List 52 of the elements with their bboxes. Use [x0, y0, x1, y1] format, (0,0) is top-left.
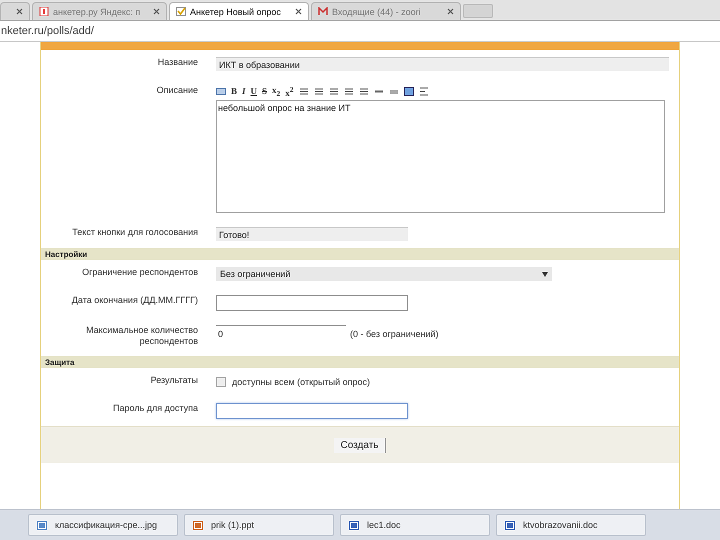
field-label: Текст кнопки для голосования [71, 227, 199, 238]
hint-text: (0 - без ограничений) [350, 328, 439, 339]
input-field[interactable] [216, 403, 408, 419]
taskbar-item[interactable]: ktvobrazovanii.doc [496, 514, 646, 536]
align-icon[interactable] [344, 86, 354, 96]
create-button[interactable]: Создать [334, 438, 386, 452]
title-field[interactable]: ИКТ в образовании [216, 57, 669, 71]
caret-icon [542, 272, 548, 276]
align-icon[interactable] [298, 86, 309, 96]
checkbox[interactable] [216, 377, 226, 387]
count-field[interactable]: 0 [216, 325, 346, 339]
format-button[interactable]: x$_{2}$ [272, 84, 280, 98]
taskbar-item[interactable]: lec1.doc [340, 514, 490, 536]
format-button[interactable]: I [242, 86, 246, 96]
file-icon [505, 520, 515, 530]
rule-icon[interactable] [418, 86, 429, 96]
align-icon[interactable] [328, 86, 339, 96]
checkbox-label: доступны всем (открытый опрос) [232, 376, 370, 387]
file-icon [349, 520, 359, 530]
mail-icon [318, 7, 328, 16]
align-icon[interactable] [314, 86, 324, 96]
format-button[interactable]: S [262, 86, 268, 96]
field-label: Результаты [150, 375, 199, 386]
page-icon [39, 7, 49, 16]
close-icon[interactable] [295, 8, 302, 15]
field-label: Дата окончания (ДД.ММ.ГГГГ) [70, 295, 199, 306]
field-label: Ограничение респондентов [81, 267, 199, 278]
browser-tab[interactable] [0, 2, 30, 20]
field-label: Пароль для доступа [112, 403, 199, 414]
checkmark-icon [176, 7, 186, 16]
format-button[interactable]: B [231, 86, 238, 96]
address-text[interactable]: nketer.ru/polls/add/ [0, 25, 94, 37]
field-label: Максимальное количество респондентов [85, 325, 199, 347]
taskbar-item[interactable]: prik (1).ppt [184, 514, 334, 536]
align-icon[interactable] [358, 86, 369, 96]
close-icon[interactable] [447, 8, 454, 15]
section-title: Настройки [45, 250, 88, 258]
close-icon[interactable] [16, 8, 23, 15]
taskbar-item[interactable]: классификация-сре...jpg [28, 514, 178, 536]
field-label: Название [156, 57, 199, 68]
field-label: Описание [156, 85, 199, 96]
format-button[interactable]: x$^{2}$ [285, 84, 294, 98]
description-field[interactable]: небольшой опрос на знание ИТ [216, 100, 665, 213]
format-button[interactable]: U [250, 86, 258, 96]
file-icon [37, 520, 47, 530]
close-icon[interactable] [153, 8, 160, 15]
button-text-field[interactable]: Готово! [216, 227, 408, 241]
section-title: Защита [45, 358, 74, 366]
browser-tab[interactable]: Анкетер Новый опрос [169, 2, 309, 20]
input-field[interactable] [216, 295, 408, 311]
file-icon [193, 520, 203, 530]
limit-select[interactable]: Без ограничений [216, 267, 552, 281]
